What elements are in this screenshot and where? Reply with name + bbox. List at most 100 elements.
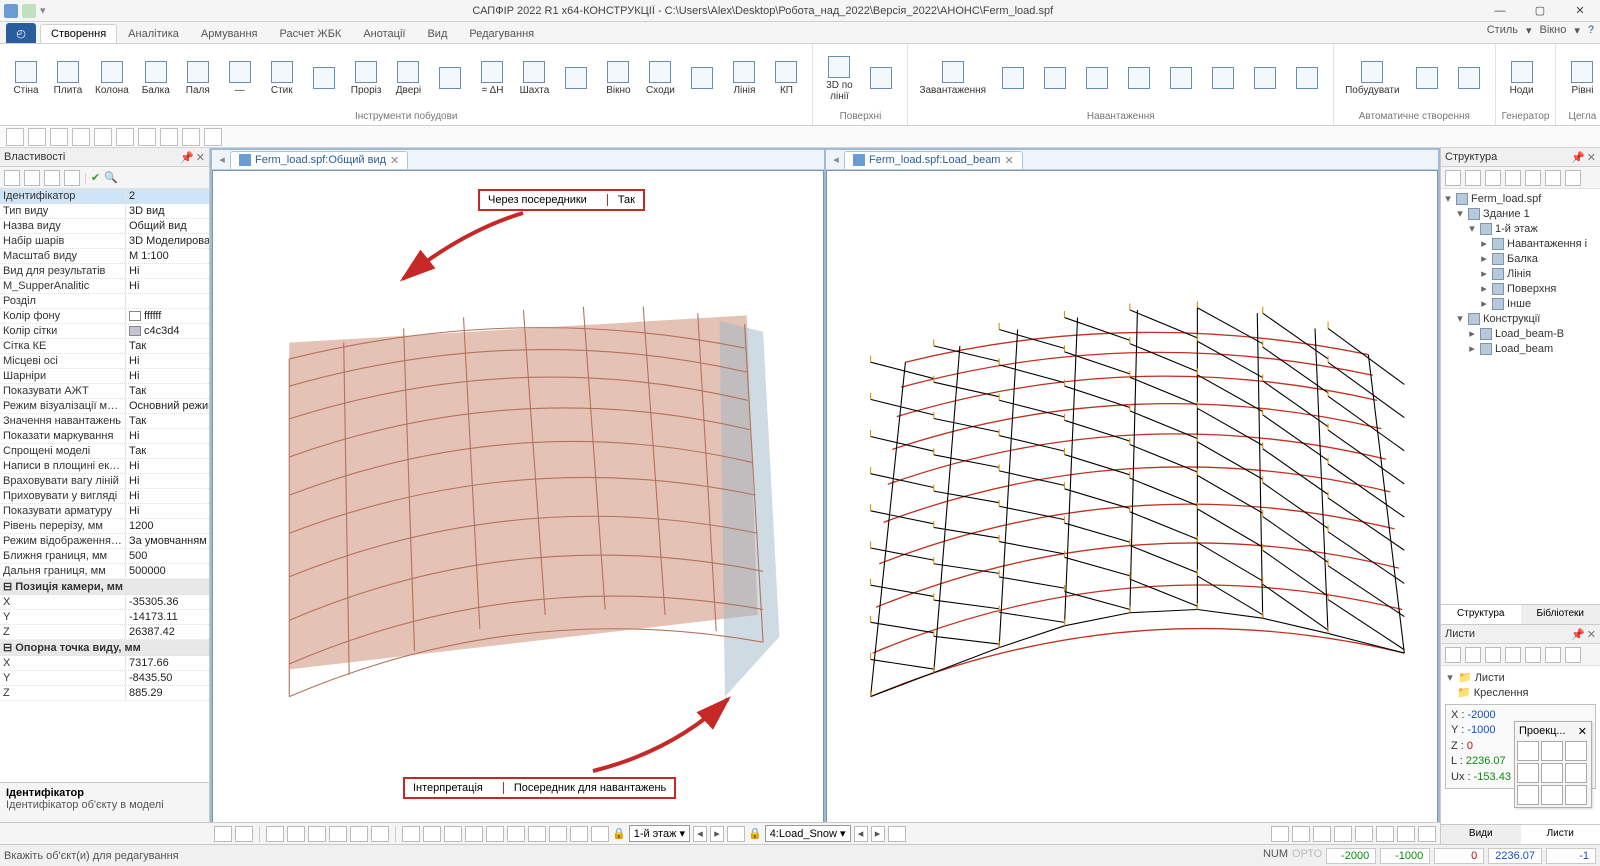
next-button[interactable]: ▸ bbox=[871, 826, 885, 842]
property-row[interactable]: ⊟ Опорна точка виду, мм bbox=[0, 640, 209, 656]
property-row[interactable]: X7317.66 bbox=[0, 656, 209, 671]
tool-btn[interactable] bbox=[444, 826, 462, 842]
ribbon-button[interactable] bbox=[1287, 50, 1327, 108]
tool-btn[interactable] bbox=[727, 826, 745, 842]
property-row[interactable]: Y-8435.50 bbox=[0, 671, 209, 686]
tool-btn[interactable] bbox=[570, 826, 588, 842]
tree-node[interactable]: ▸Балка bbox=[1443, 251, 1598, 266]
qa-btn[interactable] bbox=[138, 128, 156, 146]
ribbon-button[interactable] bbox=[682, 50, 722, 108]
tool-btn[interactable] bbox=[287, 826, 305, 842]
ribbon-tab[interactable]: Аналітика bbox=[117, 24, 190, 43]
ribbon-button[interactable]: Рівні bbox=[1562, 50, 1600, 108]
property-row[interactable]: Колір фонуffffff bbox=[0, 309, 209, 324]
property-row[interactable]: Набір шарів3D Моделирование bbox=[0, 234, 209, 249]
viewport-main[interactable]: Через посередникиТак ІнтерпретаціяПосере… bbox=[212, 170, 824, 842]
ribbon-button[interactable] bbox=[1035, 50, 1075, 108]
pin-icon[interactable]: 📌 bbox=[1571, 151, 1585, 164]
ribbon-button[interactable]: Шахта bbox=[514, 50, 554, 108]
ribbon-tab[interactable]: Вид bbox=[416, 24, 458, 43]
tab-views[interactable]: Види bbox=[1441, 825, 1521, 844]
tool-btn[interactable] bbox=[1418, 826, 1436, 842]
property-row[interactable]: Сітка КЕТак bbox=[0, 339, 209, 354]
ribbon-button[interactable] bbox=[1161, 50, 1201, 108]
projection-toolbox[interactable]: Проекц...✕ bbox=[1514, 721, 1592, 808]
close-icon[interactable]: ✕ bbox=[1587, 151, 1596, 164]
property-row[interactable]: Показувати арматуруНі bbox=[0, 504, 209, 519]
check-icon[interactable]: ✔ bbox=[91, 171, 100, 184]
tab-sheets[interactable]: Листи bbox=[1521, 825, 1600, 844]
qa-btn[interactable] bbox=[94, 128, 112, 146]
qa-btn[interactable] bbox=[182, 128, 200, 146]
tree-node[interactable]: ▸Load_beam-B bbox=[1443, 326, 1598, 341]
pin-icon[interactable]: 📌 bbox=[1571, 628, 1585, 641]
minimize-button[interactable]: — bbox=[1480, 0, 1520, 22]
qa-btn[interactable] bbox=[72, 128, 90, 146]
tree-node[interactable]: ▾Здание 1 bbox=[1443, 206, 1598, 221]
ribbon-button[interactable]: Побудувати bbox=[1340, 50, 1404, 108]
prop-tool-btn[interactable] bbox=[4, 170, 20, 186]
tool-btn[interactable] bbox=[465, 826, 483, 842]
lock-icon[interactable]: 🔒 bbox=[748, 827, 762, 840]
tree-node[interactable]: ▾Ferm_load.spf bbox=[1443, 191, 1598, 206]
tool-btn[interactable] bbox=[329, 826, 347, 842]
ribbon-button[interactable]: 3D по лінії bbox=[819, 50, 859, 108]
ribbon-button[interactable]: КП bbox=[766, 50, 806, 108]
close-button[interactable]: ✕ bbox=[1560, 0, 1600, 22]
qa-btn[interactable] bbox=[50, 128, 68, 146]
tab-libraries[interactable]: Бібліотеки bbox=[1521, 605, 1600, 624]
ribbon-button[interactable]: Завантаження bbox=[914, 50, 991, 108]
property-row[interactable]: Z885.29 bbox=[0, 686, 209, 701]
property-row[interactable]: Враховувати вагу лінійНі bbox=[0, 474, 209, 489]
tree-node[interactable]: ▾1-й этаж bbox=[1443, 221, 1598, 236]
property-row[interactable]: M_SupperAnaliticНі bbox=[0, 279, 209, 294]
qa-btn[interactable] bbox=[116, 128, 134, 146]
ribbon-button[interactable]: Ноди bbox=[1502, 50, 1542, 108]
ribbon-tab[interactable]: Армування bbox=[190, 24, 269, 43]
close-icon[interactable]: ✕ bbox=[1587, 628, 1596, 641]
property-row[interactable]: Ближня границя, мм500 bbox=[0, 549, 209, 564]
load-selector[interactable]: 4:Load_Snow▾ bbox=[765, 825, 851, 842]
property-row[interactable]: Режим відображення ...За умовчанням bbox=[0, 534, 209, 549]
tree-node[interactable]: ▸Load_beam bbox=[1443, 341, 1598, 356]
ribbon-tab[interactable]: Расчет ЖБК bbox=[269, 24, 353, 43]
qat-icon[interactable] bbox=[22, 4, 36, 18]
file-menu-button[interactable]: ◴ bbox=[6, 23, 36, 43]
ribbon-button[interactable]: Колона bbox=[90, 50, 134, 108]
ribbon-button[interactable]: = ΔH bbox=[472, 50, 512, 108]
ribbon-button[interactable] bbox=[1449, 50, 1489, 108]
ribbon-button[interactable] bbox=[430, 50, 470, 108]
ribbon-button[interactable]: — bbox=[220, 50, 260, 108]
tool-btn[interactable] bbox=[1292, 826, 1310, 842]
tool-btn[interactable] bbox=[888, 826, 906, 842]
property-row[interactable]: Розділ bbox=[0, 294, 209, 309]
qa-btn[interactable] bbox=[160, 128, 178, 146]
tool-btn[interactable] bbox=[1313, 826, 1331, 842]
tool-btn[interactable] bbox=[266, 826, 284, 842]
tool-btn[interactable] bbox=[1334, 826, 1352, 842]
tool-btn[interactable] bbox=[350, 826, 368, 842]
viewport-tab[interactable]: Ferm_load.spf:Общий вид ✕ bbox=[230, 151, 408, 169]
property-row[interactable]: Рівень перерізу, мм1200 bbox=[0, 519, 209, 534]
ribbon-button[interactable] bbox=[993, 50, 1033, 108]
qa-btn[interactable] bbox=[28, 128, 46, 146]
tool-btn[interactable] bbox=[591, 826, 609, 842]
ribbon-tab[interactable]: Анотації bbox=[352, 24, 416, 43]
ribbon-button[interactable] bbox=[304, 50, 344, 108]
property-row[interactable]: Показувати АЖТТак bbox=[0, 384, 209, 399]
tool-btn[interactable] bbox=[371, 826, 389, 842]
tree-node[interactable]: ▸Інше bbox=[1443, 296, 1598, 311]
ribbon-button[interactable]: Вікно bbox=[598, 50, 638, 108]
property-row[interactable]: Тип виду3D вид bbox=[0, 204, 209, 219]
close-icon[interactable]: ✕ bbox=[196, 151, 205, 164]
property-row[interactable]: Ідентифікатор2 bbox=[0, 189, 209, 204]
tool-btn[interactable] bbox=[1355, 826, 1373, 842]
prev-button[interactable]: ◂ bbox=[693, 826, 707, 842]
floor-selector[interactable]: 1-й этаж▾ bbox=[629, 825, 690, 842]
close-tab-icon[interactable]: ✕ bbox=[1004, 154, 1013, 167]
ribbon-button[interactable]: Стіна bbox=[6, 50, 46, 108]
property-row[interactable]: ШарніриНі bbox=[0, 369, 209, 384]
tool-btn[interactable] bbox=[486, 826, 504, 842]
ribbon-tab[interactable]: Створення bbox=[40, 24, 117, 43]
tool-btn[interactable] bbox=[423, 826, 441, 842]
